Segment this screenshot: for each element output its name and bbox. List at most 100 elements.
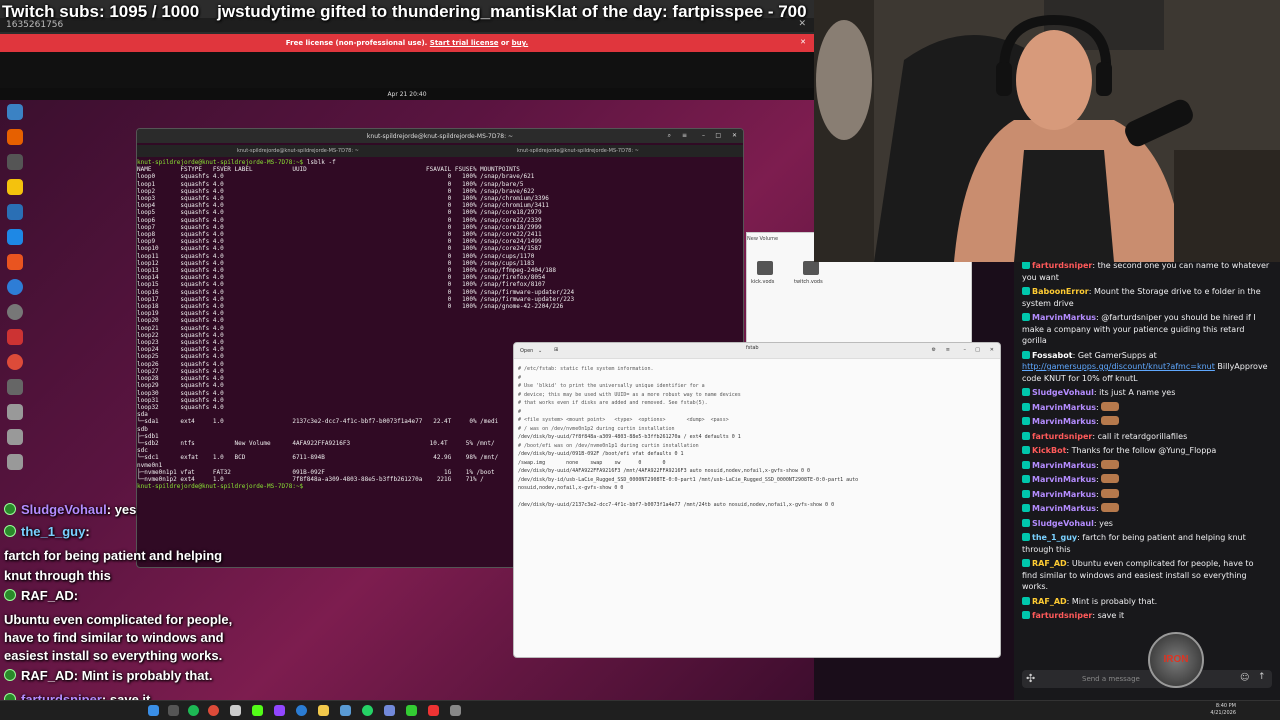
chat-username[interactable]: the_1_guy [1032, 533, 1077, 542]
folder-label-1[interactable]: kick.vods [751, 279, 774, 285]
chat-username[interactable]: MarvinMarkus [1032, 403, 1096, 412]
files-title: New Volume [747, 236, 779, 242]
minimize-icon[interactable]: – [702, 132, 705, 139]
anydesk-icon[interactable] [428, 705, 439, 716]
app-icon-2[interactable] [450, 705, 461, 716]
folder-label-2[interactable]: twitch.vods [794, 279, 823, 285]
lsblk-row: loop11 squashfs 4.0 0 100% /snap/cups/11… [137, 252, 535, 260]
app-center-icon[interactable] [7, 254, 23, 270]
chat-text: call it retardgorillafiles [1097, 431, 1188, 441]
drive-icon-2[interactable] [7, 429, 23, 445]
overlay-username: the_1_guy [21, 524, 86, 539]
settings-icon[interactable]: ⚙ [932, 347, 936, 353]
badge-icon [1022, 596, 1030, 605]
chat-settings-icon[interactable]: ✣ [1026, 672, 1035, 685]
badge-icon [1022, 446, 1030, 454]
chat-username[interactable]: farturdsniper [1032, 262, 1092, 270]
chat-username[interactable]: farturdsniper [1032, 611, 1092, 620]
discord-icon[interactable] [384, 705, 395, 716]
chat-username[interactable]: MarvinMarkus [1032, 313, 1096, 322]
trial-license-link[interactable]: Start trial license [430, 39, 499, 47]
badge-icon [1022, 402, 1030, 411]
whatsapp-icon[interactable] [362, 705, 373, 716]
badge-icon [1022, 431, 1030, 440]
search-icon[interactable]: ⌕ [668, 132, 671, 140]
badge-icon [1022, 262, 1030, 269]
explorer-icon[interactable] [318, 705, 329, 716]
rhythmbox-icon[interactable] [7, 179, 23, 195]
minimize-icon[interactable]: – [964, 347, 967, 353]
drive-icon-3[interactable] [7, 454, 23, 470]
files-icon[interactable] [7, 154, 23, 170]
lsblk-row: loop21 squashfs 4.0 [137, 324, 224, 332]
disks-icon[interactable] [7, 304, 23, 320]
chromium-icon[interactable] [7, 104, 23, 120]
chat-username[interactable]: MarvinMarkus [1032, 475, 1096, 484]
emote-icon[interactable]: ☺ [1240, 673, 1249, 683]
taskbar-clock[interactable]: 8:40 PM 4/21/2026 [1210, 703, 1236, 717]
maximize-icon[interactable]: □ [975, 347, 980, 353]
chat-input[interactable]: Send a message [1022, 670, 1272, 688]
terminal-icon[interactable] [230, 705, 241, 716]
overlay-line: RAF_AD: [4, 588, 78, 603]
edge-icon[interactable] [296, 705, 307, 716]
overlay-text: fartch for being patient and helping [4, 548, 223, 563]
close-license-icon[interactable]: ✕ [800, 38, 806, 46]
chat-username[interactable]: RAF_AD [1032, 597, 1067, 606]
chat-message: SludgeVohaul: yes [1022, 518, 1270, 530]
send-icon[interactable]: ↑ [1258, 672, 1266, 682]
chat-username[interactable]: RAF_AD [1032, 559, 1067, 568]
chat-username[interactable]: BaboonError [1032, 287, 1089, 296]
writer-icon[interactable] [7, 204, 23, 220]
menu-icon[interactable]: ≡ [682, 132, 687, 139]
open-button[interactable]: Open [520, 348, 533, 354]
spotify-icon[interactable] [188, 705, 199, 716]
maximize-icon[interactable]: □ [715, 132, 721, 139]
lsblk-row: loop31 squashfs 4.0 [137, 396, 224, 404]
check-badge-icon [4, 669, 16, 681]
settings-icon[interactable] [7, 379, 23, 395]
thunderbird-icon[interactable] [7, 229, 23, 245]
help-icon[interactable] [7, 279, 23, 295]
folder-icon[interactable] [757, 261, 773, 275]
chat-username[interactable]: MarvinMarkus [1032, 417, 1096, 426]
chat-username[interactable]: KickBot [1032, 446, 1066, 455]
close-icon[interactable]: ✕ [990, 347, 994, 353]
drive-icon[interactable] [7, 404, 23, 420]
lsblk-header: NAME FSTYPE FSVER LABEL UUID FSAVAIL FSU… [137, 166, 520, 174]
tab-right[interactable]: knut-spildrejorde@knut-spildrejorde-MS-7… [517, 148, 639, 154]
chat-username[interactable]: Fossabot [1032, 351, 1073, 360]
obs-icon[interactable] [406, 705, 417, 716]
chat-username[interactable]: SludgeVohaul [1032, 519, 1094, 528]
terminal-title: knut-spildrejorde@knut-spildrejorde-MS-7… [366, 133, 514, 140]
lsblk-row: loop7 squashfs 4.0 0 100% /snap/core18/2… [137, 223, 542, 231]
badge-icon [1022, 559, 1030, 567]
search-icon[interactable] [168, 705, 179, 716]
tab-left[interactable]: knut-spildrejorde@knut-spildrejorde-MS-7… [237, 148, 359, 154]
chrome-icon[interactable] [7, 354, 23, 370]
folder-icon[interactable] [803, 261, 819, 275]
chat-username[interactable]: MarvinMarkus [1032, 504, 1096, 513]
ubuntu-clock[interactable]: Apr 21 20:40 [387, 91, 426, 98]
kick-icon[interactable] [252, 705, 263, 716]
buy-link[interactable]: buy. [512, 39, 529, 47]
chrome-icon[interactable] [208, 705, 219, 716]
firefox-icon[interactable] [7, 129, 23, 145]
anydesk-icon[interactable] [7, 329, 23, 345]
app-icon[interactable] [340, 705, 351, 716]
start-icon[interactable] [148, 705, 159, 716]
menu-icon[interactable]: ≡ [946, 347, 950, 353]
new-tab-icon[interactable]: ⊞ [554, 347, 558, 353]
chat-username[interactable]: farturdsniper [1032, 432, 1092, 441]
chevron-down-icon[interactable]: ⌄ [538, 348, 542, 354]
emote-image [1101, 416, 1120, 425]
close-icon[interactable]: ✕ [732, 132, 737, 139]
fstab-line: # that works even if disks are added and… [518, 400, 708, 406]
chat-username[interactable]: MarvinMarkus [1032, 490, 1096, 499]
chat-username[interactable]: SludgeVohaul [1032, 388, 1094, 397]
lsblk-row: loop25 squashfs 4.0 [137, 353, 224, 361]
chat-username[interactable]: MarvinMarkus [1032, 461, 1096, 470]
fstab-content[interactable]: # /etc/fstab: static file system informa… [518, 365, 996, 655]
chat-link[interactable]: http://gamersupps.gg/discount/knut?afmc=… [1022, 362, 1215, 371]
twitch-icon[interactable] [274, 705, 285, 716]
